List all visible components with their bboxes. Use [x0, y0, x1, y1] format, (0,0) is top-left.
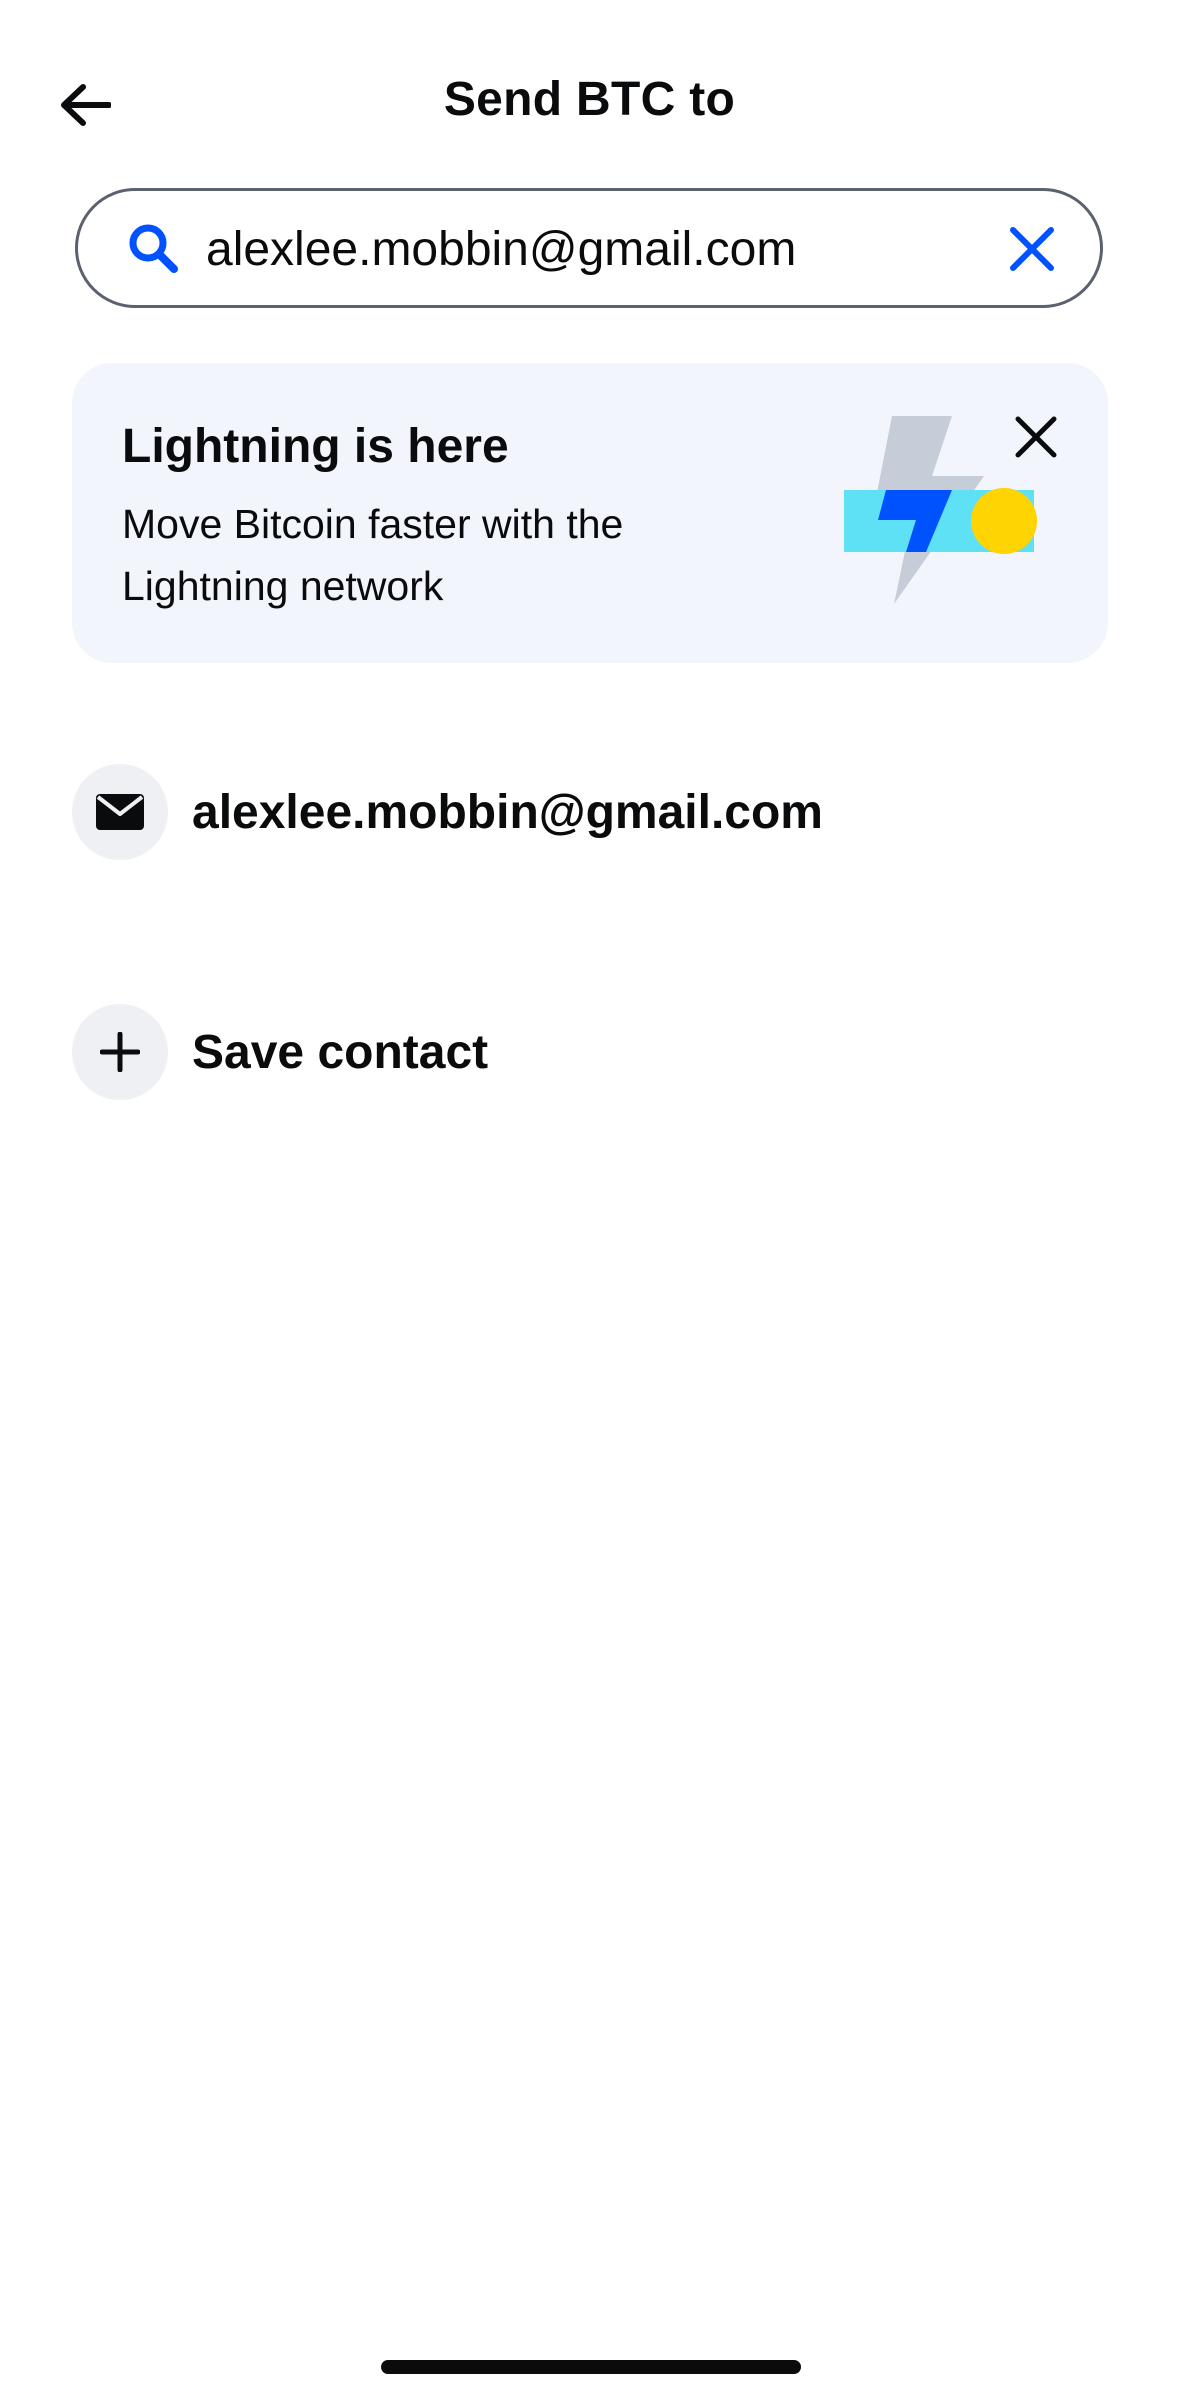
email-result-row[interactable]: alexlee.mobbin@gmail.com — [72, 762, 1108, 862]
banner-close-button[interactable] — [1006, 407, 1066, 467]
page-title: Send BTC to — [443, 73, 736, 126]
close-icon — [1015, 416, 1057, 458]
plus-icon — [100, 1032, 140, 1072]
home-indicator[interactable] — [381, 2360, 801, 2374]
clear-search-button[interactable] — [1004, 221, 1060, 277]
banner-title: Lightning is here — [122, 420, 509, 473]
save-contact-row[interactable]: Save contact — [72, 1002, 1108, 1102]
search-icon — [129, 224, 178, 273]
lightning-banner[interactable]: Lightning is here Move Bitcoin faster wi… — [72, 363, 1108, 663]
mail-icon-circle — [72, 764, 168, 860]
search-bar[interactable] — [75, 188, 1103, 308]
header: Send BTC to — [0, 0, 1179, 200]
plus-icon-circle — [72, 1004, 168, 1100]
email-result-label: alexlee.mobbin@gmail.com — [192, 785, 823, 839]
close-icon — [1010, 227, 1054, 271]
mail-icon — [96, 794, 144, 830]
save-contact-label: Save contact — [192, 1025, 489, 1079]
banner-text: Move Bitcoin faster with the Lightning n… — [122, 501, 624, 609]
search-input[interactable] — [206, 211, 1026, 287]
